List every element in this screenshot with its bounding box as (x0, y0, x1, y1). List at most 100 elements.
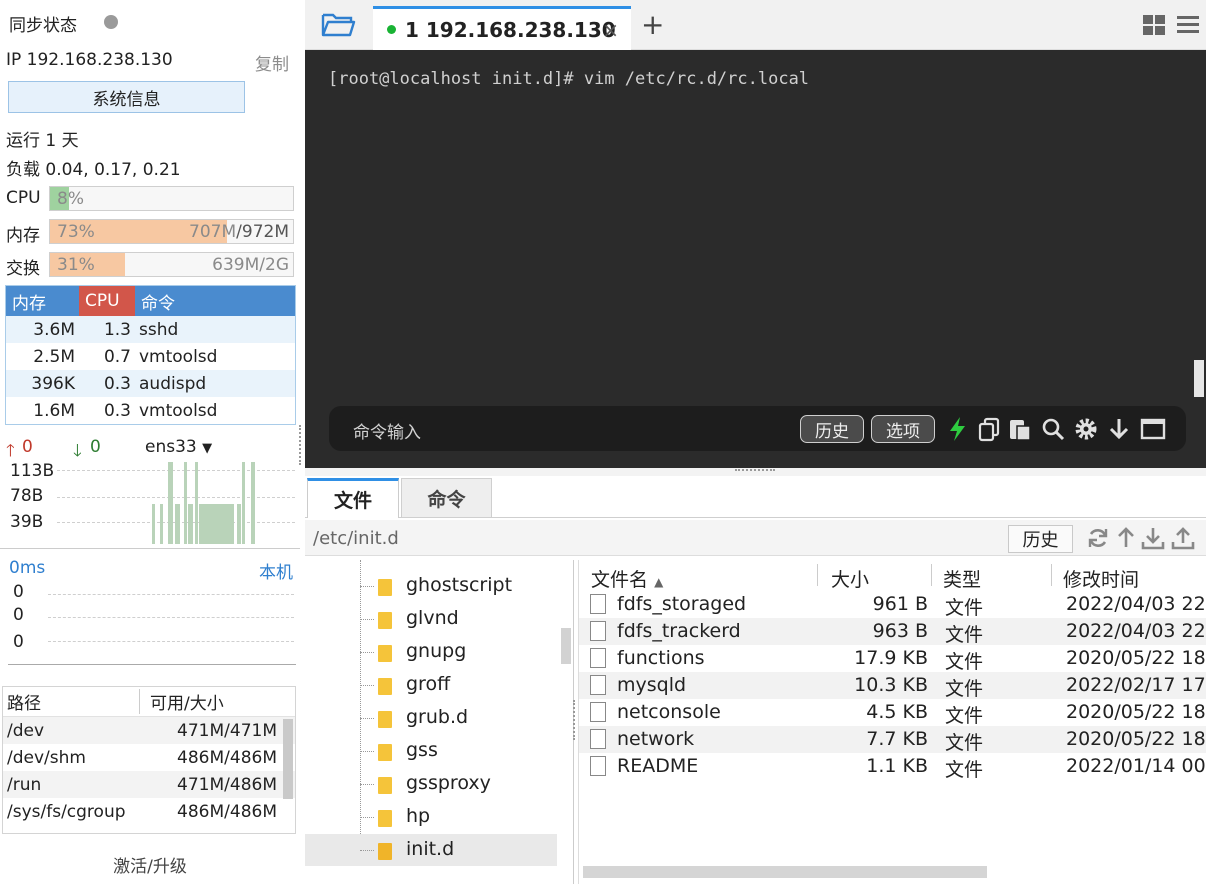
tree-item[interactable]: grub.d (305, 702, 557, 734)
file-row[interactable]: fdfs_storaged 961 B 文件 2022/04/03 22 (579, 591, 1206, 619)
file-size: 17.9 KB (854, 647, 928, 669)
tab-commands[interactable]: 命令 (401, 478, 492, 518)
file-modified: 2022/02/17 17 (1066, 674, 1206, 696)
tree-branch (360, 718, 374, 719)
file-row[interactable]: fdfs_trackerd 963 B 文件 2022/04/03 22 (579, 618, 1206, 646)
column-separator[interactable] (817, 564, 818, 586)
file-type: 文件 (945, 732, 984, 754)
file-list-horizontal-scrollbar[interactable] (583, 866, 987, 878)
path-input[interactable]: /etc/init.d (313, 528, 399, 549)
uptime-label: 运行 1 天 (6, 131, 79, 151)
process-header-cpu[interactable]: CPU (79, 286, 135, 316)
process-cmd: vmtoolsd (139, 400, 218, 421)
tree-item[interactable]: gss (305, 735, 557, 767)
disk-header-size[interactable]: 可用/大小 (140, 689, 224, 714)
process-table-header: 内存 CPU 命令 (6, 286, 295, 316)
tree-item[interactable]: hp (305, 801, 557, 833)
gear-icon[interactable] (1073, 416, 1099, 442)
column-header-type[interactable]: 类型 (943, 565, 981, 592)
disk-size: 486M/486M (177, 747, 277, 768)
file-icon (590, 648, 606, 668)
window-icon[interactable] (1140, 416, 1166, 442)
process-row[interactable]: 2.5M 0.7 vmtoolsd (6, 343, 295, 370)
system-info-button[interactable]: 系统信息 (8, 81, 245, 113)
close-icon[interactable]: × (602, 18, 619, 42)
process-rows: 3.6M 1.3 sshd 2.5M 0.7 vmtoolsd 396K 0.3… (6, 316, 295, 424)
command-options-button[interactable]: 选项 (871, 415, 935, 443)
file-name: fdfs_trackerd (617, 620, 741, 642)
sync-status-label: 同步状态 (9, 16, 77, 36)
disk-row[interactable]: /dev 471M/471M (3, 717, 295, 744)
terminal-pane[interactable]: [root@localhost init.d]# vim /etc/rc.d/r… (305, 50, 1206, 468)
file-modified: 2022/01/14 00 (1066, 755, 1206, 777)
path-history-button[interactable]: 历史 (1008, 525, 1073, 553)
file-icon (590, 756, 606, 776)
net-scale-high: 113B (10, 461, 55, 481)
download-icon[interactable] (1141, 526, 1165, 550)
grid-layout-icon[interactable] (1142, 14, 1166, 36)
tab-session-1[interactable]: 1 192.168.238.130 × (373, 6, 631, 50)
file-name: fdfs_storaged (617, 593, 747, 615)
parent-directory-icon[interactable] (1114, 526, 1138, 550)
copy-icon[interactable] (976, 416, 1002, 442)
file-type: 文件 (945, 678, 984, 700)
file-row[interactable]: functions 17.9 KB 文件 2020/05/22 18 (579, 645, 1206, 673)
file-row[interactable]: mysqld 10.3 KB 文件 2022/02/17 17 (579, 672, 1206, 700)
lightning-icon[interactable] (945, 416, 971, 442)
sidebar-resize-handle[interactable] (299, 425, 302, 465)
file-row[interactable]: network 7.7 KB 文件 2020/05/22 18 (579, 726, 1206, 754)
tab-files[interactable]: 文件 (307, 478, 399, 518)
tree-item-selected[interactable]: init.d (305, 834, 557, 866)
process-row[interactable]: 1.6M 0.3 vmtoolsd (6, 397, 295, 424)
tree-resize-handle[interactable] (573, 700, 576, 740)
disk-table-scrollbar[interactable] (283, 719, 293, 799)
latency-host[interactable]: 本机 (259, 558, 293, 583)
file-icon (590, 729, 606, 749)
process-row[interactable]: 396K 0.3 audispd (6, 370, 295, 397)
file-row[interactable]: netconsole 4.5 KB 文件 2020/05/22 18 (579, 699, 1206, 727)
process-header-command[interactable]: 命令 (135, 286, 295, 316)
arrow-down-icon[interactable] (1106, 416, 1132, 442)
disk-row[interactable]: /dev/shm 486M/486M (3, 744, 295, 771)
terminal-scrollbar[interactable] (1194, 360, 1204, 397)
terminal-output-line: [root@localhost init.d]# vim /etc/rc.d/r… (328, 69, 810, 89)
menu-icon[interactable] (1176, 14, 1200, 36)
sync-status-dot (104, 15, 118, 29)
command-history-button[interactable]: 历史 (800, 415, 864, 443)
paste-icon[interactable] (1007, 416, 1033, 442)
refresh-icon[interactable] (1086, 526, 1110, 550)
open-folder-icon[interactable] (320, 10, 356, 40)
path-history-label: 历史 (1022, 530, 1059, 551)
tree-item[interactable]: glvnd (305, 603, 557, 635)
tree-scrollbar[interactable] (561, 628, 571, 664)
disk-row[interactable]: /sys/fs/cgroup 486M/486M (3, 798, 295, 825)
path-bar: /etc/init.d 历史 (305, 520, 1206, 556)
column-separator[interactable] (931, 564, 932, 586)
disk-row[interactable]: /run 471M/486M (3, 771, 295, 798)
tree-item[interactable]: gssproxy (305, 768, 557, 800)
add-tab-button[interactable]: + (641, 8, 664, 41)
column-header-size[interactable]: 大小 (831, 565, 869, 592)
copy-ip-button[interactable]: 复制 (255, 50, 289, 75)
horizontal-resize-handle[interactable] (305, 468, 1206, 476)
interface-select[interactable]: ens33 ▼ (145, 437, 212, 457)
tree-item[interactable]: ghostscript (305, 570, 557, 602)
file-list-header: 文件名 ▲ 大小 类型 修改时间 (579, 560, 1206, 592)
latency-gridline (48, 641, 294, 642)
process-row[interactable]: 3.6M 1.3 sshd (6, 316, 295, 343)
column-separator[interactable] (1051, 564, 1052, 586)
process-header-memory[interactable]: 内存 (6, 286, 79, 316)
tree-item[interactable]: gnupg (305, 636, 557, 668)
upload-icon[interactable] (1171, 526, 1195, 550)
column-header-modified[interactable]: 修改时间 (1063, 565, 1139, 592)
tree-item[interactable]: groff (305, 669, 557, 701)
search-icon[interactable] (1040, 416, 1066, 442)
disk-header-path[interactable]: 路径 (3, 689, 140, 714)
file-row[interactable]: README 1.1 KB 文件 2022/01/14 00 (579, 753, 1206, 781)
column-header-name[interactable]: 文件名 ▲ (591, 565, 663, 592)
layout-controls (1142, 14, 1200, 36)
sidebar: 同步状态 IP 192.168.238.130 复制 系统信息 运行 1 天 负… (0, 0, 300, 884)
command-input[interactable]: 命令输入 (353, 418, 421, 443)
activate-upgrade-link[interactable]: 激活/升级 (0, 852, 300, 877)
disk-table: 路径 可用/大小 /dev 471M/471M /dev/shm 486M/48… (2, 686, 296, 834)
